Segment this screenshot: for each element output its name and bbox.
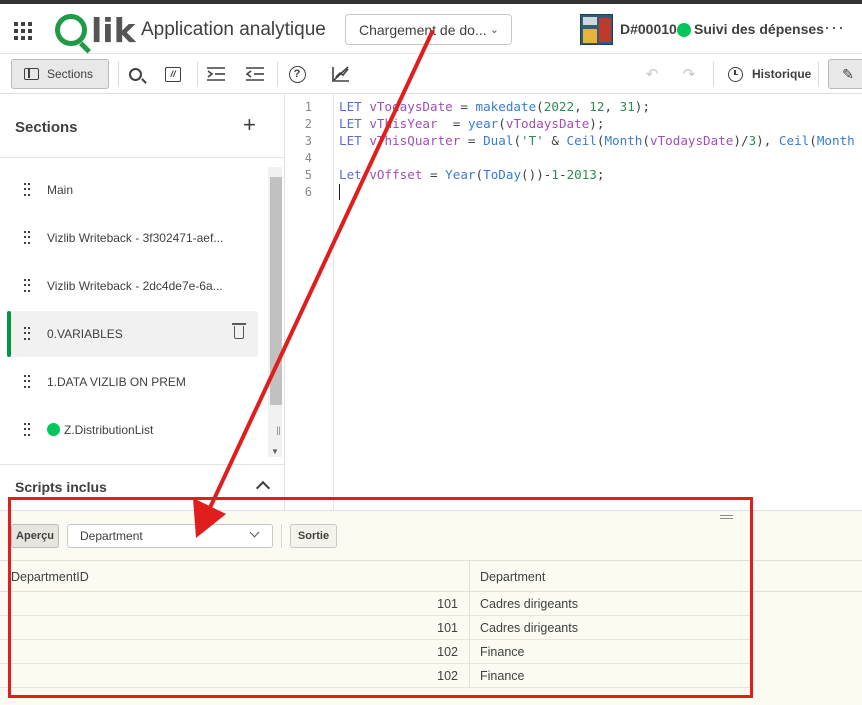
code-line[interactable]: LET vTodaysDate = makedate(2022, 12, 31)… bbox=[339, 99, 650, 114]
section-item-vizlib-writeback-2[interactable]: Vizlib Writeback - 2dc4de7e-6a... bbox=[7, 263, 258, 309]
status-dot-icon bbox=[47, 423, 60, 436]
help-icon: ? bbox=[288, 65, 306, 83]
toolbar-divider bbox=[197, 62, 198, 86]
indent-button[interactable] bbox=[205, 63, 227, 85]
disable-chart-button[interactable] bbox=[330, 63, 352, 85]
add-section-icon[interactable]: + bbox=[243, 114, 256, 136]
outdent-button[interactable] bbox=[244, 63, 266, 85]
line-number: 3 bbox=[304, 134, 312, 148]
drag-handle-icon[interactable] bbox=[24, 327, 30, 341]
help-button[interactable]: ? bbox=[286, 63, 308, 85]
space-id: D#00010 bbox=[620, 21, 677, 37]
section-item-variables[interactable]: 0.VARIABLES bbox=[7, 311, 258, 357]
app-title: Application analytique bbox=[141, 19, 326, 40]
sections-scrollbar-thumb[interactable] bbox=[270, 177, 282, 405]
drag-handle-icon[interactable] bbox=[24, 183, 30, 197]
toolbar-divider bbox=[277, 62, 278, 86]
toolbar-divider bbox=[713, 62, 714, 86]
line-number: 4 bbox=[304, 151, 312, 165]
sections-button-label: Sections bbox=[47, 67, 94, 81]
panel-icon bbox=[24, 68, 39, 80]
sections-sidebar: Sections + Main Vizlib Writeback - 3f302… bbox=[0, 94, 285, 510]
section-item-label: 0.VARIABLES bbox=[47, 327, 123, 341]
drag-handle-icon[interactable] bbox=[24, 423, 30, 437]
script-editor[interactable]: 1 2 3 4 5 6 LET vTodaysDate = makedate(2… bbox=[286, 94, 862, 510]
app-launcher-icon[interactable] bbox=[14, 22, 32, 40]
drag-handle-icon[interactable] bbox=[24, 375, 30, 389]
app-thumbnail[interactable] bbox=[580, 14, 613, 45]
search-button[interactable] bbox=[124, 63, 146, 85]
more-options-icon[interactable]: ··· bbox=[824, 17, 845, 38]
section-item-label: 1.DATA VIZLIB ON PREM bbox=[47, 375, 186, 389]
history-button[interactable]: Historique bbox=[728, 63, 811, 85]
delete-section-icon[interactable] bbox=[232, 323, 246, 339]
debug-icon: ✎ bbox=[842, 65, 854, 82]
chevron-down-icon: ⌄ bbox=[489, 24, 499, 36]
qlik-logo-q-icon bbox=[55, 14, 87, 46]
history-button-label: Historique bbox=[752, 67, 812, 81]
indent-icon bbox=[207, 67, 225, 81]
toolbar-divider bbox=[118, 62, 119, 86]
qlik-logo-text: lik bbox=[91, 10, 136, 50]
outdent-icon bbox=[246, 67, 264, 81]
text-cursor bbox=[339, 184, 341, 200]
comment-icon: // bbox=[165, 66, 181, 82]
section-item-data-vizlib[interactable]: 1.DATA VIZLIB ON PREM bbox=[7, 359, 258, 405]
section-item-main[interactable]: Main bbox=[7, 167, 258, 213]
line-number: 5 bbox=[304, 168, 312, 182]
annotation-highlight-box bbox=[8, 497, 753, 698]
code-line[interactable]: Let vOffset = Year(ToDay())-1-2013; bbox=[339, 167, 605, 182]
line-number: 6 bbox=[304, 185, 312, 199]
sections-header: Sections + bbox=[0, 94, 284, 158]
section-item-label: Vizlib Writeback - 3f302471-aef... bbox=[47, 231, 224, 245]
toolbar-divider bbox=[818, 62, 819, 86]
section-item-label: Main bbox=[47, 183, 74, 197]
sections-toggle-button[interactable]: Sections bbox=[11, 59, 109, 89]
toolbar: Sections // ? ↶ ↷ Historique ✎ bbox=[0, 54, 862, 94]
debug-button[interactable]: ✎ bbox=[828, 59, 862, 89]
included-scripts-title: Scripts inclus bbox=[15, 479, 107, 495]
chart-off-icon bbox=[332, 66, 349, 82]
sections-title: Sections bbox=[15, 119, 78, 136]
mode-dropdown[interactable]: Chargement de do... ⌄ bbox=[345, 14, 512, 45]
comment-button[interactable]: // bbox=[162, 63, 184, 85]
section-item-label: Vizlib Writeback - 2dc4de7e-6a... bbox=[47, 279, 223, 293]
status-dot-icon bbox=[677, 23, 691, 37]
undo-icon[interactable]: ↶ bbox=[641, 63, 663, 85]
line-number-gutter: 1 2 3 4 5 6 bbox=[286, 94, 334, 510]
section-item-distribution-list[interactable]: Z.DistributionList bbox=[7, 407, 258, 453]
qlik-logo[interactable]: lik bbox=[55, 10, 136, 50]
redo-icon[interactable]: ↷ bbox=[678, 63, 700, 85]
code-line[interactable]: LET vThisQuarter = Dual('T' & Ceil(Month… bbox=[339, 133, 855, 148]
line-number: 2 bbox=[304, 117, 312, 131]
panel-splitter-icon[interactable]: ‖ bbox=[276, 424, 281, 438]
drag-handle-icon[interactable] bbox=[24, 279, 30, 293]
search-icon bbox=[128, 67, 142, 81]
code-line[interactable]: LET vThisYear = year(vTodaysDate); bbox=[339, 116, 604, 131]
line-number: 1 bbox=[304, 100, 312, 114]
section-item-vizlib-writeback-1[interactable]: Vizlib Writeback - 3f302471-aef... bbox=[7, 215, 258, 261]
app-header: lik Application analytique Chargement de… bbox=[0, 4, 862, 54]
drag-handle-icon[interactable] bbox=[24, 231, 30, 245]
history-clock-icon bbox=[728, 66, 743, 82]
chevron-up-icon[interactable] bbox=[255, 480, 271, 496]
mode-dropdown-value: Chargement de do... bbox=[359, 21, 487, 38]
section-item-label: Z.DistributionList bbox=[47, 423, 153, 437]
scroll-down-icon[interactable]: ▼ bbox=[271, 447, 279, 456]
space-name[interactable]: Suivi des dépenses bbox=[694, 21, 824, 37]
